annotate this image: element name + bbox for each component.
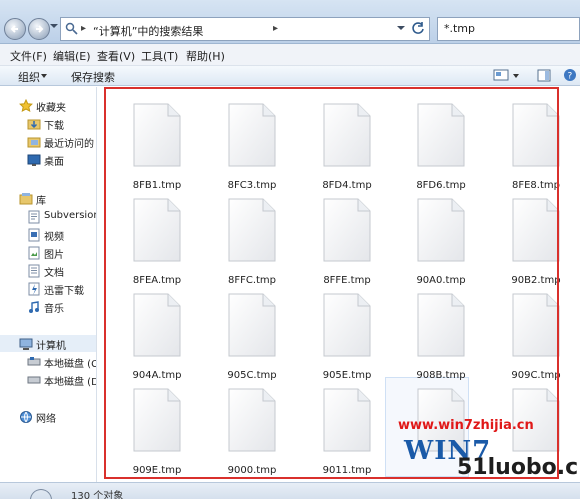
document-library-icon — [28, 210, 40, 224]
file-icon — [323, 388, 371, 452]
computer-icon — [19, 338, 33, 350]
file-item[interactable]: 9011.tmp — [300, 378, 394, 476]
file-icon — [417, 103, 465, 167]
history-dropdown-icon[interactable] — [50, 24, 58, 28]
file-item[interactable]: 908B.tmp — [394, 283, 488, 381]
picture-library-icon — [28, 246, 40, 260]
file-item[interactable]: 909E.tmp — [110, 378, 204, 476]
file-icon — [323, 198, 371, 262]
search-results-icon — [30, 489, 52, 499]
file-icon — [133, 103, 181, 167]
recent-places-icon — [27, 137, 41, 148]
file-icon — [512, 293, 560, 357]
file-icon — [133, 388, 181, 452]
address-field[interactable]: ▸ “计算机”中的搜索结果 ▸ — [60, 17, 430, 41]
address-bar-row: ▸ “计算机”中的搜索结果 ▸ *.tmp — [0, 0, 580, 44]
star-icon — [19, 99, 33, 112]
file-item[interactable]: 905E.tmp — [300, 283, 394, 381]
menu-view[interactable]: 查看(V) — [97, 48, 135, 64]
file-icon — [228, 293, 276, 357]
view-dropdown-icon[interactable] — [513, 74, 519, 78]
chevron-right-icon[interactable]: ▸ — [81, 23, 86, 34]
documents-icon — [28, 264, 40, 278]
file-item[interactable]: 905C.tmp — [205, 283, 299, 381]
menu-help[interactable]: 帮助(H) — [186, 48, 225, 64]
file-item[interactable]: 8FE8.tmp — [489, 93, 580, 191]
menu-edit[interactable]: 编辑(E) — [53, 48, 91, 64]
file-icon — [228, 103, 276, 167]
organize-dropdown-icon[interactable] — [41, 74, 47, 78]
search-folder-icon — [65, 22, 78, 35]
file-icon — [228, 198, 276, 262]
file-item[interactable]: 8FEA.tmp — [110, 188, 204, 286]
chevron-right-icon[interactable]: ▸ — [273, 23, 278, 34]
file-item[interactable]: 909C.tmp — [489, 283, 580, 381]
file-icon — [417, 293, 465, 357]
thunder-download-icon — [28, 282, 40, 296]
navigation-pane: 收藏夹 下载 最近访问的 桌面 库 Subversion 视频 图片 文档 迅雷… — [0, 87, 97, 482]
watermark-site: 51luobo.cn — [457, 455, 580, 480]
file-icon — [323, 293, 371, 357]
organize-button[interactable]: 组织 — [18, 69, 40, 85]
download-folder-icon — [27, 119, 41, 130]
back-arrow-icon — [10, 25, 18, 33]
preview-pane-icon[interactable] — [537, 69, 551, 82]
address-dropdown-icon[interactable] — [397, 26, 405, 30]
video-library-icon — [28, 228, 40, 242]
file-icon — [228, 388, 276, 452]
file-item[interactable]: 9000.tmp — [205, 378, 299, 476]
file-name: 9011.tmp — [322, 465, 372, 476]
help-icon[interactable]: ? — [563, 68, 577, 82]
address-path: “计算机”中的搜索结果 — [93, 25, 204, 38]
library-icon — [19, 193, 33, 205]
file-icon — [512, 103, 560, 167]
file-item[interactable]: 8FFC.tmp — [205, 188, 299, 286]
forward-arrow-icon — [36, 25, 44, 33]
drive-icon — [27, 376, 41, 384]
forward-button[interactable] — [28, 18, 50, 40]
search-input[interactable]: *.tmp — [437, 17, 580, 41]
file-icon — [323, 103, 371, 167]
file-item[interactable]: 8FC3.tmp — [205, 93, 299, 191]
network-icon — [20, 411, 32, 423]
menu-file[interactable]: 文件(F) — [10, 48, 47, 64]
save-search-button[interactable]: 保存搜索 — [71, 69, 115, 85]
status-bar: 130 个对象 — [0, 482, 580, 499]
file-item[interactable]: 8FD4.tmp — [300, 93, 394, 191]
desktop-icon — [27, 154, 41, 166]
menu-bar: 文件(F) 编辑(E) 查看(V) 工具(T) 帮助(H) — [0, 44, 580, 66]
file-item[interactable]: 8FFE.tmp — [300, 188, 394, 286]
refresh-icon[interactable] — [410, 20, 426, 36]
back-button[interactable] — [4, 18, 26, 40]
file-name: 909E.tmp — [132, 465, 182, 476]
file-item[interactable]: 90A0.tmp — [394, 188, 488, 286]
file-icon — [133, 198, 181, 262]
drive-icon — [27, 357, 41, 366]
music-icon — [29, 301, 39, 313]
watermark-url: www.win7zhijia.cn — [398, 418, 534, 433]
file-item[interactable]: 8FB1.tmp — [110, 93, 204, 191]
file-item[interactable]: 904A.tmp — [110, 283, 204, 381]
view-options-icon[interactable] — [493, 69, 509, 81]
file-item[interactable]: 90B2.tmp — [489, 188, 580, 286]
file-item[interactable]: 8FD6.tmp — [394, 93, 488, 191]
file-icon — [417, 198, 465, 262]
svg-text:?: ? — [568, 72, 573, 82]
file-icon — [512, 198, 560, 262]
command-bar: 组织 保存搜索 ? — [0, 66, 580, 86]
file-name: 9000.tmp — [227, 465, 277, 476]
menu-tools[interactable]: 工具(T) — [141, 48, 178, 64]
item-count: 130 个对象 — [71, 491, 124, 499]
file-icon — [133, 293, 181, 357]
